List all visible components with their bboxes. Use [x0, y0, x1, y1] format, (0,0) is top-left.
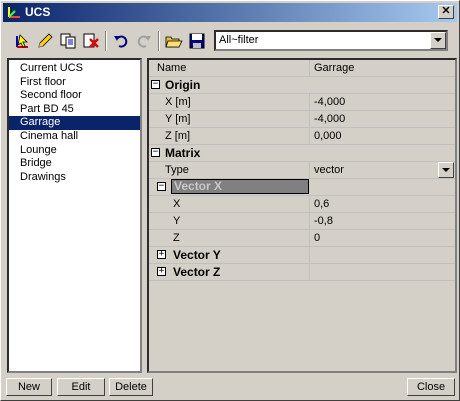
- expand-icon[interactable]: +: [157, 250, 166, 259]
- redo-icon: [137, 35, 151, 48]
- prop-name: Y: [173, 215, 181, 227]
- prop-value[interactable]: 0: [311, 230, 455, 246]
- copy-button[interactable]: [57, 30, 79, 52]
- group-label: Vector Z: [173, 265, 221, 279]
- prop-row[interactable]: X 0,6: [149, 196, 455, 213]
- filter-value: All~filter: [219, 34, 259, 46]
- prop-name: X: [173, 198, 181, 210]
- group-matrix[interactable]: − Matrix: [149, 145, 455, 162]
- collapse-icon[interactable]: −: [157, 182, 166, 191]
- prop-name-cell: Y: [149, 213, 310, 229]
- delete-button[interactable]: Delete: [109, 378, 153, 396]
- new-button[interactable]: New: [6, 378, 52, 396]
- group-label: Matrix: [165, 146, 201, 160]
- open-button[interactable]: [163, 30, 185, 52]
- chevron-down-icon: [442, 167, 450, 172]
- filter-dropdown-button[interactable]: [430, 32, 446, 49]
- edit-button-tb[interactable]: [34, 30, 56, 52]
- property-grid: Name Garrage − Origin X [m] -4,000 Y [m]…: [147, 58, 457, 373]
- group-label: Origin: [165, 78, 201, 92]
- select-ucs-button[interactable]: [11, 30, 33, 52]
- prop-name-cell: X: [149, 196, 310, 212]
- undo-button[interactable]: [110, 30, 132, 52]
- select-icon: [16, 34, 28, 48]
- edit-pencil-icon: [38, 33, 53, 48]
- collapse-icon[interactable]: −: [151, 148, 160, 157]
- delete-button-tb[interactable]: [80, 30, 102, 52]
- group-vector-z[interactable]: + Vector Z: [149, 264, 455, 281]
- prop-name-cell: Type: [149, 162, 310, 178]
- header-name-cell: Name: [149, 60, 310, 76]
- list-item[interactable]: Cinema hall: [9, 130, 140, 144]
- prop-row[interactable]: Z [m] 0,000: [149, 128, 455, 145]
- ucs-axes-icon: [8, 7, 20, 18]
- list-item[interactable]: Current UCS: [9, 62, 140, 76]
- filter-combo[interactable]: All~filter: [214, 30, 448, 51]
- list-item[interactable]: Bridge: [9, 157, 140, 171]
- group-vector-y[interactable]: + Vector Y: [149, 247, 455, 264]
- list-item-selected[interactable]: Garrage: [9, 116, 140, 130]
- group-origin[interactable]: − Origin: [149, 77, 455, 94]
- window-title: UCS: [25, 5, 51, 19]
- grid-header: Name Garrage: [149, 60, 455, 77]
- expand-icon[interactable]: +: [157, 267, 166, 276]
- chevron-down-icon: [434, 38, 442, 42]
- prop-value[interactable]: -4,000: [311, 94, 455, 110]
- prop-value[interactable]: -0,8: [311, 213, 455, 229]
- toolbar: All~filter: [5, 27, 457, 55]
- group-name-cell: + Vector Y: [149, 247, 310, 263]
- prop-value[interactable]: 0,000: [311, 128, 455, 144]
- type-value: vector: [314, 164, 344, 176]
- delete-icon: [83, 33, 99, 48]
- prop-row[interactable]: Z 0: [149, 230, 455, 247]
- list-item[interactable]: Part BD 45: [9, 103, 140, 117]
- prop-row[interactable]: X [m] -4,000: [149, 94, 455, 111]
- toolbar-separator: [158, 31, 160, 51]
- prop-name: Y [m]: [165, 113, 191, 125]
- collapse-icon[interactable]: −: [151, 80, 160, 89]
- group-label: Vector Y: [173, 248, 221, 262]
- save-disk-icon: [189, 33, 205, 49]
- undo-icon: [114, 35, 128, 48]
- group-name-cell: + Vector Z: [149, 264, 310, 280]
- title-bar: UCS ✕: [3, 3, 457, 22]
- close-button[interactable]: Close: [407, 378, 455, 396]
- group-label-selected[interactable]: Vector X: [171, 179, 309, 194]
- prop-name: Type: [165, 164, 189, 176]
- prop-name-cell: Y [m]: [149, 111, 310, 127]
- list-item[interactable]: Lounge: [9, 144, 140, 158]
- prop-name: Z: [173, 232, 180, 244]
- prop-name: X [m]: [165, 96, 191, 108]
- save-button[interactable]: [186, 30, 208, 52]
- prop-name-cell: Z [m]: [149, 128, 310, 144]
- prop-value[interactable]: -4,000: [311, 111, 455, 127]
- type-dropdown-button[interactable]: [438, 162, 454, 178]
- ucs-window: UCS ✕ All~filter Current UCS First floor…: [0, 0, 460, 401]
- edit-button[interactable]: Edit: [57, 378, 105, 396]
- prop-name-cell: X [m]: [149, 94, 310, 110]
- toolbar-separator: [105, 31, 107, 51]
- ucs-list[interactable]: Current UCS First floor Second floor Par…: [7, 58, 142, 373]
- prop-name: Z [m]: [165, 130, 191, 142]
- prop-row[interactable]: Type vector: [149, 162, 455, 179]
- open-folder-icon: [165, 36, 183, 48]
- redo-button[interactable]: [133, 30, 155, 52]
- prop-row[interactable]: Y [m] -4,000: [149, 111, 455, 128]
- list-item[interactable]: Drawings: [9, 171, 140, 185]
- close-window-button[interactable]: ✕: [438, 5, 454, 19]
- prop-value[interactable]: 0,6: [311, 196, 455, 212]
- copy-icon: [60, 33, 76, 49]
- prop-name-cell: Z: [149, 230, 310, 246]
- list-item[interactable]: First floor: [9, 76, 140, 90]
- prop-row[interactable]: Y -0,8: [149, 213, 455, 230]
- header-value: Garrage: [314, 62, 355, 74]
- header-name: Name: [157, 62, 187, 74]
- list-item[interactable]: Second floor: [9, 89, 140, 103]
- type-select[interactable]: vector: [311, 162, 455, 178]
- group-vector-x[interactable]: − Vector X: [149, 179, 455, 196]
